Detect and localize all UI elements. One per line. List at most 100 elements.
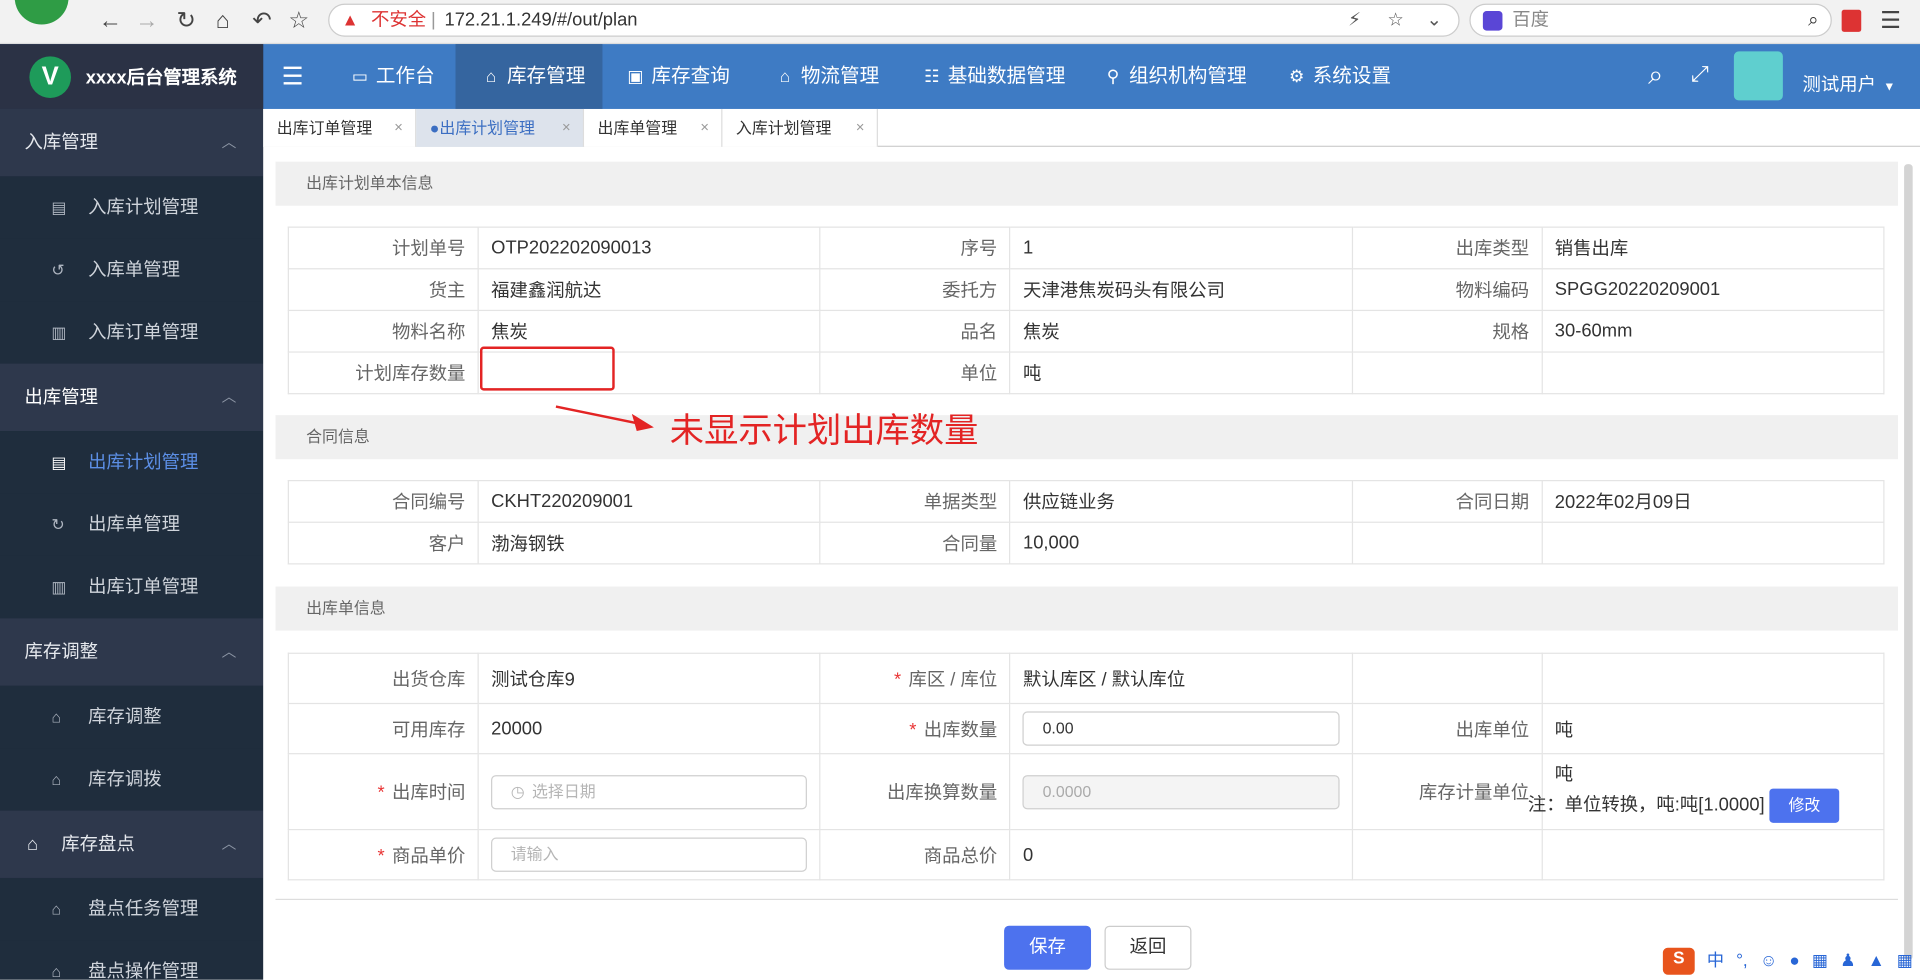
dropdown-icon[interactable]: ⌄: [1427, 5, 1442, 36]
table-row: * 出库时间 ◷ 选择日期 出库换算数量 0.0000 库存计量单位 吨 注：单位转…: [287, 753, 1885, 831]
stock-unit-value: 吨: [1554, 763, 1574, 785]
scrollbar[interactable]: [1904, 164, 1913, 961]
out-qty-input[interactable]: 0.00: [1022, 711, 1340, 746]
price-input[interactable]: 请输入: [491, 837, 808, 872]
search-engine-label: 百度: [1512, 9, 1550, 31]
sidebar-group-stocktake[interactable]: ⌂ 库存盘点 ︿: [0, 810, 264, 878]
location-value: 默认库区 / 默认库位: [1009, 652, 1353, 705]
monitor-icon: ▭: [351, 66, 369, 86]
save-button[interactable]: 保存: [1004, 925, 1092, 970]
nav-basic-data[interactable]: ☷ 基础数据管理: [921, 44, 1065, 109]
nav-organization[interactable]: ⚲ 组织机构管理: [1102, 44, 1247, 109]
available-value: 20000: [477, 702, 821, 755]
app-title: xxxx后台管理系统: [85, 67, 237, 89]
nav-inventory-query[interactable]: ▣ 库存查询: [624, 44, 729, 109]
modify-button[interactable]: 修改: [1769, 787, 1840, 823]
nav-settings[interactable]: ⚙ 系统设置: [1286, 44, 1391, 109]
sidebar: 入库管理 ︿ ▤ 入库计划管理 ↺ 入库单管理 ▥ 入库订单管理 出库管理 ︿ ▤ 出库计划…: [0, 108, 264, 980]
star-icon[interactable]: ☆: [284, 7, 313, 36]
tab-outbound-order[interactable]: 出库单管理 ×: [584, 108, 723, 147]
grid-icon: ▦: [1896, 950, 1914, 970]
address-bar[interactable]: ▲ 不安全 | 172.21.1.249/#/out/plan ⚡ ☆ ⌄: [328, 3, 1460, 37]
unit-note: 注：单位转换，吨:吨[1.0000] 修改: [1528, 787, 1871, 823]
table-row: * 商品单价 请输入 商品总价 0: [287, 828, 1885, 881]
empty-cell: [1541, 521, 1885, 565]
empty-cell: [1541, 652, 1885, 705]
doc-icon: ▤: [51, 198, 67, 217]
tab-inbound-plan[interactable]: 入库计划管理 ×: [722, 108, 878, 147]
sidebar-item-inbound-plan[interactable]: ▤ 入库计划管理: [0, 176, 264, 239]
tab-outbound-plan[interactable]: ●出库计划管理 ×: [416, 108, 585, 147]
field-label: 客户: [287, 521, 479, 565]
home-icon: ⌂: [51, 900, 62, 919]
sidebar-group-inbound[interactable]: 入库管理 ︿: [0, 108, 264, 177]
ime-toolbar[interactable]: S 中 °, ☺ ● ▦ ♟ ▲ ▦: [1662, 948, 1914, 980]
sidebar-item-outbound-order[interactable]: ↻ 出库单管理: [0, 493, 264, 556]
required-mark: *: [893, 669, 902, 691]
date-picker-input[interactable]: ◷ 选择日期: [491, 774, 808, 809]
chevron-up-icon: ︿: [221, 642, 237, 661]
menu-icon[interactable]: ☰: [1876, 7, 1905, 36]
browser-logo-icon: [14, 0, 69, 25]
sidebar-group-outbound[interactable]: 出库管理 ︿: [0, 363, 264, 432]
sidebar-item-inbound-order-mgmt[interactable]: ▥ 入库订单管理: [0, 301, 264, 364]
sidebar-toggle-icon[interactable]: ☰: [282, 61, 304, 92]
lightning-icon[interactable]: ⚡: [1348, 5, 1361, 36]
field-label: 物料编码: [1351, 268, 1543, 312]
field-label: 可用库存: [287, 702, 479, 755]
owner-value: 福建鑫润航达: [477, 268, 821, 312]
close-icon[interactable]: ×: [394, 109, 403, 147]
annotation-box: [480, 346, 615, 391]
close-icon[interactable]: ×: [856, 109, 865, 147]
section-header-contract: 合同信息: [275, 415, 1898, 460]
plan-no-value: OTP202202090013: [477, 226, 821, 270]
sidebar-item-outbound-plan[interactable]: ▤ 出库计划管理: [0, 431, 264, 494]
url-text[interactable]: 172.21.1.249/#/out/plan: [444, 5, 637, 36]
home-icon: ⌂: [51, 962, 62, 980]
field-label: 出库单位: [1351, 702, 1543, 755]
search-icon[interactable]: ⌕: [1808, 5, 1818, 36]
required-mark: *: [377, 845, 385, 867]
contract-amount-value: 10,000: [1009, 521, 1353, 565]
home-icon: ⌂: [51, 707, 62, 727]
empty-cell: [1541, 828, 1885, 881]
field-label: * 库区 / 库位: [819, 652, 1011, 705]
baidu-icon: [1482, 11, 1503, 31]
sidebar-item-outbound-order-mgmt[interactable]: ▥ 出库订单管理: [0, 555, 264, 619]
undo-icon[interactable]: ↶: [247, 7, 276, 36]
user-name[interactable]: 测试用户: [1802, 71, 1875, 97]
sidebar-item-stocktake-op[interactable]: ⌂ 盘点操作管理: [0, 940, 264, 980]
avatar[interactable]: [1733, 51, 1783, 101]
home-icon[interactable]: ⌂: [208, 7, 237, 36]
user-caret-icon[interactable]: ▼: [1883, 81, 1895, 94]
tab-outbound-order-mgmt[interactable]: 出库订单管理 ×: [263, 108, 417, 147]
mic-icon: ●: [1789, 950, 1800, 970]
back-button[interactable]: 返回: [1104, 925, 1192, 970]
pdf-icon[interactable]: [1841, 9, 1862, 32]
nav-logistics[interactable]: ⌂ 物流管理: [774, 44, 879, 109]
monitor-icon: ▣: [627, 66, 644, 86]
nav-workbench[interactable]: ▭ 工作台: [349, 44, 435, 109]
field-label: 出库换算数量: [819, 753, 1011, 831]
clipboard-icon: ▥: [51, 577, 67, 597]
close-icon[interactable]: ×: [562, 109, 571, 147]
sidebar-item-transfer[interactable]: ⌂ 库存调拨: [0, 748, 264, 811]
search-icon[interactable]: ⌕: [1648, 59, 1663, 91]
divider: [275, 898, 1898, 901]
sidebar-item-adjust[interactable]: ⌂ 库存调整: [0, 685, 264, 749]
back-icon[interactable]: ←: [96, 7, 125, 36]
reload-icon[interactable]: ↻: [171, 7, 200, 36]
sidebar-item-inbound-order[interactable]: ↺ 入库单管理: [0, 238, 264, 302]
close-icon[interactable]: ×: [700, 109, 709, 147]
clock-icon: ◷: [510, 781, 525, 801]
field-label: 合同量: [819, 521, 1011, 565]
sidebar-item-stocktake-task[interactable]: ⌂ 盘点任务管理: [0, 877, 264, 941]
forward-icon[interactable]: →: [132, 7, 161, 36]
nav-inventory[interactable]: ⌂ 库存管理: [455, 44, 603, 109]
sogou-icon: S: [1662, 948, 1695, 976]
sidebar-group-adjust[interactable]: 库存调整 ︿: [0, 618, 264, 686]
search-bar[interactable]: 百度 ⌕: [1469, 3, 1832, 37]
bookmark-star-icon[interactable]: ☆: [1387, 5, 1403, 36]
fullscreen-icon[interactable]: ⤢: [1691, 61, 1709, 87]
top-navbar: V xxxx后台管理系统 ☰ ▭ 工作台 ⌂ 库存管理 ▣ 库存查询 ⌂ 物流管理 ☷ 基…: [0, 44, 1920, 109]
